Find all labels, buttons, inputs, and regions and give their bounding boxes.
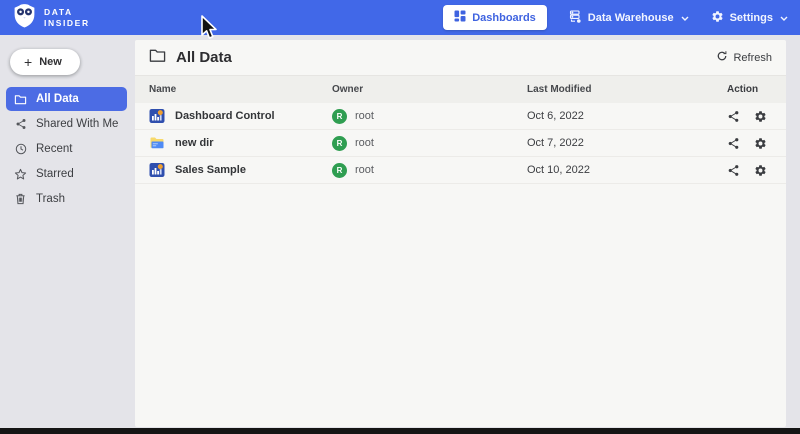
brand-line2: INSIDER — [44, 18, 90, 29]
column-header-last-modified[interactable]: Last Modified — [527, 84, 727, 95]
sidebar-item-label: All Data — [36, 93, 79, 105]
owner-name: root — [355, 164, 374, 176]
sidebar-item-trash[interactable]: Trash — [6, 187, 127, 211]
owner-name: root — [355, 110, 374, 122]
file-name[interactable]: Sales Sample — [175, 164, 246, 176]
folder-file-icon — [149, 135, 165, 151]
share-action-icon[interactable] — [727, 110, 740, 123]
settings-action-icon[interactable] — [754, 110, 767, 123]
owner-avatar: R — [332, 163, 347, 178]
window-bottom-edge — [0, 428, 800, 434]
clock-icon — [14, 143, 27, 156]
star-icon — [14, 168, 27, 181]
settings-action-icon[interactable] — [754, 164, 767, 177]
nav-dashboards-label: Dashboards — [472, 12, 536, 24]
table-row[interactable]: new dir R root Oct 7, 2022 — [135, 130, 786, 157]
main-content: All Data Refresh Name Owner Last Modifie… — [135, 40, 786, 427]
page-title: All Data — [176, 49, 232, 66]
folder-icon — [14, 93, 27, 106]
nav-settings[interactable]: Settings — [711, 10, 788, 26]
sidebar-item-label: Trash — [36, 193, 65, 205]
sidebar: + New All Data Shared With Me — [0, 35, 133, 428]
chevron-down-icon — [780, 14, 788, 23]
new-button-label: New — [39, 56, 62, 68]
share-icon — [14, 118, 27, 131]
sidebar-item-starred[interactable]: Starred — [6, 162, 127, 186]
table-row[interactable]: Sales Sample R root Oct 10, 2022 — [135, 157, 786, 184]
share-action-icon[interactable] — [727, 164, 740, 177]
plus-icon: + — [24, 57, 32, 67]
nav-data-warehouse-label: Data Warehouse — [588, 12, 674, 24]
owner-avatar: R — [332, 109, 347, 124]
content-header: All Data Refresh — [135, 40, 786, 76]
nav-dashboards[interactable]: Dashboards — [443, 5, 547, 30]
sidebar-list: All Data Shared With Me Recent — [6, 87, 127, 212]
settings-action-icon[interactable] — [754, 137, 767, 150]
dashboard-file-icon — [149, 162, 165, 178]
new-button[interactable]: + New — [10, 49, 80, 75]
column-header-name[interactable]: Name — [135, 84, 332, 95]
sidebar-item-label: Shared With Me — [36, 118, 118, 130]
last-modified-date: Oct 10, 2022 — [527, 164, 727, 176]
file-name[interactable]: Dashboard Control — [175, 110, 275, 122]
app-header: DATA INSIDER Dashboards — [0, 0, 800, 35]
nav-settings-label: Settings — [730, 12, 773, 24]
table-header-row: Name Owner Last Modified Action — [135, 76, 786, 103]
sidebar-item-all-data[interactable]: All Data — [6, 87, 127, 111]
trash-icon — [14, 193, 27, 206]
refresh-button[interactable]: Refresh — [716, 50, 772, 65]
folder-icon — [149, 48, 166, 68]
sidebar-item-recent[interactable]: Recent — [6, 137, 127, 161]
table-row[interactable]: Dashboard Control R root Oct 6, 2022 — [135, 103, 786, 130]
last-modified-date: Oct 6, 2022 — [527, 110, 727, 122]
refresh-icon — [716, 50, 728, 65]
owner-name: root — [355, 137, 374, 149]
share-action-icon[interactable] — [727, 137, 740, 150]
dashboard-file-icon — [149, 108, 165, 124]
brand-logo: DATA INSIDER — [12, 2, 90, 33]
top-navigation: Dashboards Data Warehouse — [443, 5, 788, 30]
owl-logo-icon — [12, 2, 37, 33]
sidebar-item-label: Recent — [36, 143, 72, 155]
refresh-label: Refresh — [733, 52, 772, 64]
file-name[interactable]: new dir — [175, 137, 214, 149]
column-header-action: Action — [727, 84, 786, 95]
brand-line1: DATA — [44, 7, 90, 18]
column-header-owner[interactable]: Owner — [332, 84, 527, 95]
owner-avatar: R — [332, 136, 347, 151]
gear-icon — [711, 10, 724, 26]
dashboard-icon — [454, 10, 466, 25]
sidebar-item-shared-with-me[interactable]: Shared With Me — [6, 112, 127, 136]
chevron-down-icon — [681, 14, 689, 23]
nav-data-warehouse[interactable]: Data Warehouse — [569, 10, 689, 26]
last-modified-date: Oct 7, 2022 — [527, 137, 727, 149]
database-icon — [569, 10, 582, 26]
sidebar-item-label: Starred — [36, 168, 74, 180]
